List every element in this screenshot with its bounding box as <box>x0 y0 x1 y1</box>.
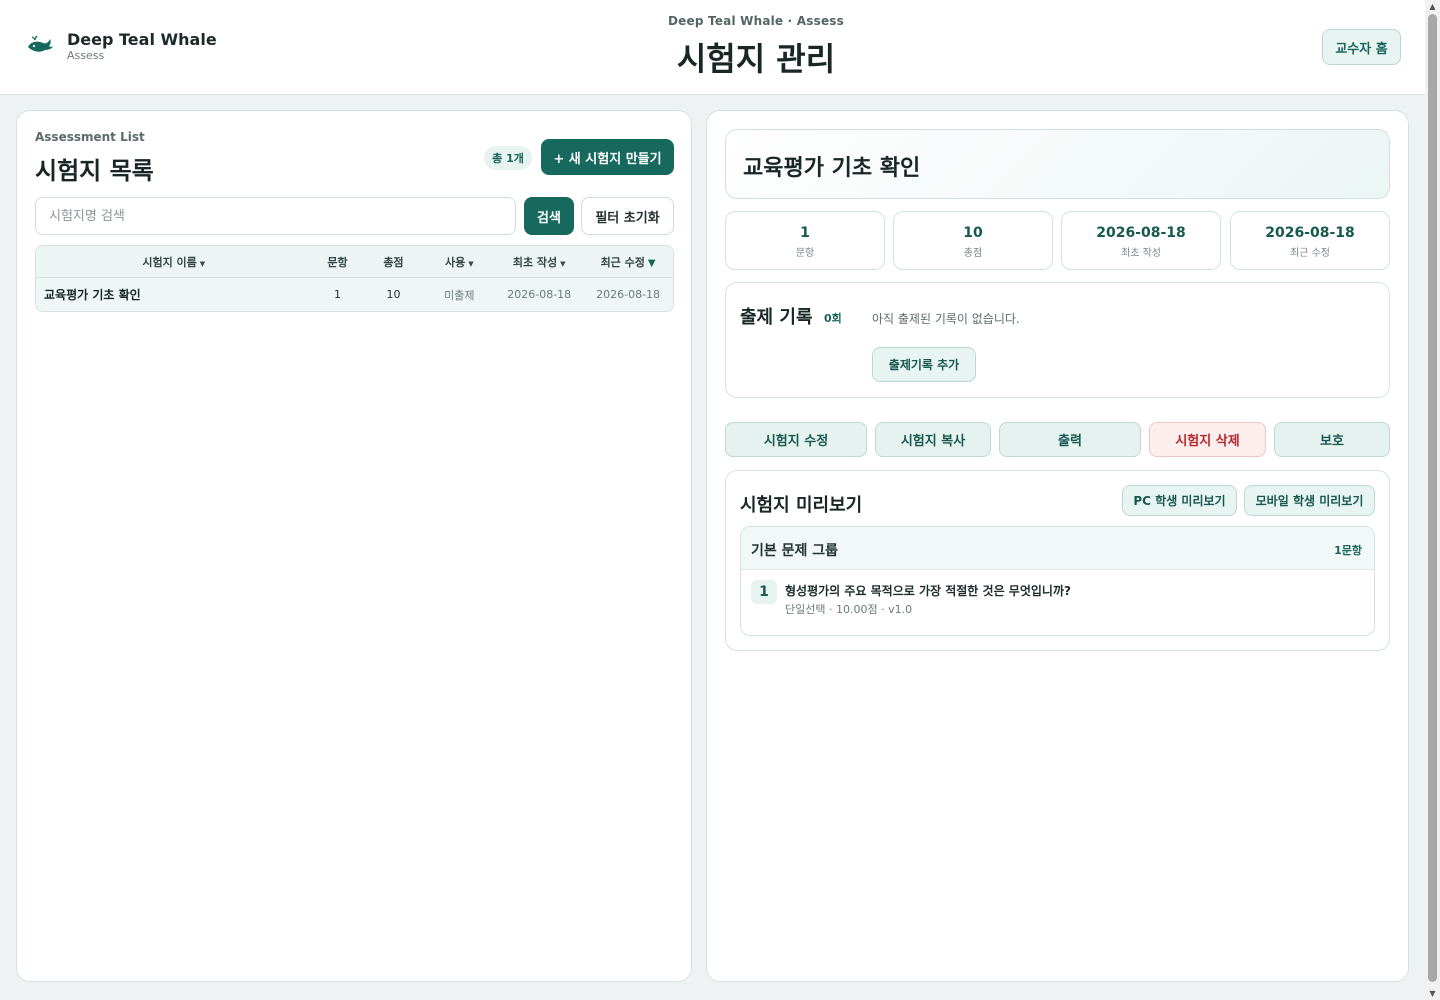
detail-title: 교육평가 기초 확인 <box>743 156 921 181</box>
header-center: Deep Teal Whale · Assess 시험지 관리 <box>0 14 1440 80</box>
cell-created: 2026-08-18 <box>507 288 572 301</box>
column-label: 최근 수정 <box>600 255 645 269</box>
mobile-preview-button[interactable]: 모바일 학생 미리보기 <box>1244 485 1375 516</box>
question-number: 1 <box>751 580 777 604</box>
search-input[interactable] <box>35 197 516 235</box>
column-header-name[interactable]: 시험지 이름 ▼ <box>36 254 312 270</box>
column-header-created[interactable]: 최초 작성 ▼ <box>495 254 583 270</box>
column-label: 사용 <box>445 255 466 269</box>
cell-items: 1 <box>334 288 342 301</box>
total-count-badge: 총 1개 <box>484 146 532 170</box>
delete-assessment-button[interactable]: 시험지 삭제 <box>1149 422 1266 457</box>
stat-value: 2026-08-18 <box>1265 225 1355 241</box>
top-header: Deep Teal Whale Assess Deep Teal Whale ·… <box>0 0 1425 95</box>
stat-label: 총점 <box>963 248 983 259</box>
stat-card-items: 1 문항 <box>725 211 885 270</box>
cell-score: 10 <box>386 288 401 301</box>
assessment-table: 시험지 이름 ▼ 문항 총점 사용 ▼ 최초 작성 ▼ 최근 수정 ▼ 교육평가 기초 … <box>35 245 674 312</box>
list-title: 시험지 목록 <box>35 157 154 185</box>
question-text: 형성평가의 주요 목적으로 가장 적절한 것은 무엇입니까? <box>785 584 1071 598</box>
cell-name: 교육평가 기초 확인 <box>44 288 141 302</box>
stat-label: 최초 작성 <box>1121 248 1161 259</box>
sort-caret-icon: ▼ <box>199 259 206 268</box>
new-assessment-button[interactable]: + 새 시험지 만들기 <box>541 139 674 175</box>
column-label: 최초 작성 <box>512 255 558 269</box>
protect-button[interactable]: 보호 <box>1274 422 1390 457</box>
stat-label: 문항 <box>795 248 815 259</box>
instructor-home-button[interactable]: 교수자 홈 <box>1322 29 1401 65</box>
column-label: 문항 <box>327 255 348 269</box>
stat-card-created: 2026-08-18 최초 작성 <box>1061 211 1221 270</box>
page-title: 시험지 관리 <box>676 40 836 78</box>
sort-active-caret-icon: ▼ <box>647 257 656 269</box>
scroll-up-arrow-icon[interactable]: ▲ <box>1428 2 1437 11</box>
history-empty-message: 아직 출제된 기록이 없습니다. <box>872 312 1020 326</box>
question-item[interactable]: 1 형성평가의 주요 목적으로 가장 적절한 것은 무엇입니까? 단일선택 · … <box>741 570 1374 635</box>
column-header-usage[interactable]: 사용 ▼ <box>423 254 495 270</box>
cell-updated: 2026-08-18 <box>596 288 661 301</box>
detail-header: 교육평가 기초 확인 <box>725 129 1390 199</box>
header-kicker: Deep Teal Whale · Assess <box>668 14 844 28</box>
question-group-header: 기본 문제 그룹 1문항 <box>741 527 1374 570</box>
stat-value: 10 <box>963 225 983 241</box>
column-header-updated[interactable]: 최근 수정 ▼ <box>583 254 673 270</box>
stat-value: 2026-08-18 <box>1096 225 1186 241</box>
column-label: 시험지 이름 <box>142 255 197 269</box>
column-header-score: 총점 <box>363 254 423 270</box>
stat-value: 1 <box>800 225 810 241</box>
page-scrollbar[interactable]: ▲ ▼ <box>1425 0 1440 1000</box>
stat-label: 최근 수정 <box>1290 248 1330 259</box>
pc-preview-button[interactable]: PC 학생 미리보기 <box>1122 485 1237 516</box>
exam-history-section: 출제 기록 0회 아직 출제된 기록이 없습니다. 출제기록 추가 <box>725 282 1390 398</box>
add-history-button[interactable]: 출제기록 추가 <box>872 347 976 382</box>
assessment-detail-panel: 교육평가 기초 확인 1 문항 10 총점 2026-08-18 최초 작성 2… <box>706 110 1409 982</box>
column-label: 총점 <box>383 255 404 269</box>
preview-title: 시험지 미리보기 <box>740 495 863 516</box>
question-group-count: 1문항 <box>1334 544 1362 557</box>
assessment-list-panel: Assessment List 시험지 목록 총 1개 + 새 시험지 만들기 … <box>16 110 692 982</box>
scroll-down-arrow-icon[interactable]: ▼ <box>1428 989 1437 998</box>
question-group: 기본 문제 그룹 1문항 1 형성평가의 주요 목적으로 가장 적절한 것은 무… <box>740 526 1375 636</box>
table-row[interactable]: 교육평가 기초 확인 1 10 미출제 2026-08-18 2026-08-1… <box>36 278 673 311</box>
print-button[interactable]: 출력 <box>999 422 1141 457</box>
question-group-title: 기본 문제 그룹 <box>751 543 839 559</box>
edit-assessment-button[interactable]: 시험지 수정 <box>725 422 867 457</box>
scroll-thumb[interactable] <box>1428 14 1437 982</box>
reset-filter-button[interactable]: 필터 초기화 <box>581 197 674 235</box>
stat-card-updated: 2026-08-18 최근 수정 <box>1230 211 1390 270</box>
list-eyebrow: Assessment List <box>35 130 145 144</box>
cell-usage: 미출제 <box>444 288 475 302</box>
sort-caret-icon: ▼ <box>468 259 474 268</box>
assessment-preview-section: 시험지 미리보기 PC 학생 미리보기 모바일 학생 미리보기 기본 문제 그룹… <box>725 470 1390 651</box>
stat-card-score: 10 총점 <box>893 211 1053 270</box>
question-meta: 단일선택 · 10.00점 · v1.0 <box>785 603 913 616</box>
table-header: 시험지 이름 ▼ 문항 총점 사용 ▼ 최초 작성 ▼ 최근 수정 ▼ <box>36 246 673 278</box>
copy-assessment-button[interactable]: 시험지 복사 <box>875 422 991 457</box>
history-title: 출제 기록 <box>740 307 813 328</box>
history-count: 0회 <box>824 312 842 325</box>
search-button[interactable]: 검색 <box>524 197 574 235</box>
sort-caret-icon: ▼ <box>560 259 566 268</box>
column-header-items: 문항 <box>312 254 364 270</box>
